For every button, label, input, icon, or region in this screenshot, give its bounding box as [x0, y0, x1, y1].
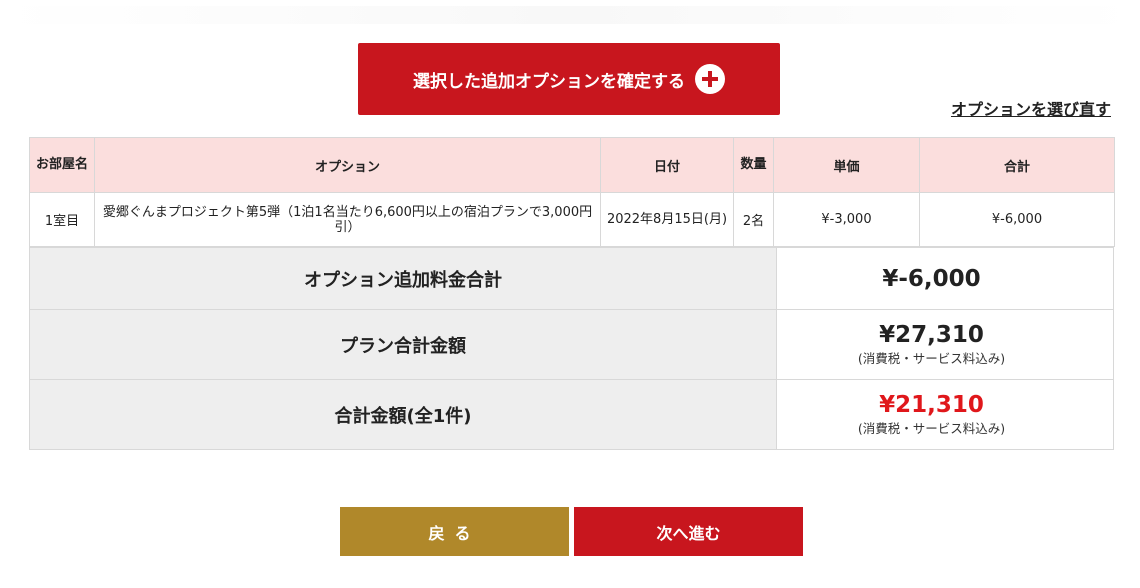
plan-total-value: ¥27,310 [879, 322, 984, 348]
cell-total: ¥-6,000 [919, 192, 1115, 247]
cell-option: 愛郷ぐんまプロジェクト第5弾（1泊1名当たり6,600円以上の宿泊プランで3,0… [94, 192, 601, 247]
cell-room: 1室目 [29, 192, 95, 247]
confirm-options-label: 選択した追加オプションを確定する [413, 71, 685, 92]
header-room: お部屋名 [29, 137, 95, 193]
plus-circle-icon [695, 64, 725, 94]
option-total-value: ¥-6,000 [882, 265, 981, 292]
faded-header-text [0, 6, 1140, 24]
header-total: 合計 [919, 137, 1115, 193]
confirm-options-button[interactable]: 選択した追加オプションを確定する [358, 43, 780, 115]
plan-total-note: (消費税・サービス料込み) [857, 351, 1006, 366]
table-header-row: お部屋名 オプション 日付 数量 単価 合計 [29, 137, 1115, 193]
cell-quantity: 2名 [733, 192, 774, 247]
cell-date: 2022年8月15日(月) [600, 192, 734, 247]
table-row: 1室目 愛郷ぐんまプロジェクト第5弾（1泊1名当たり6,600円以上の宿泊プラン… [29, 192, 1115, 247]
cell-unit-price: ¥-3,000 [773, 192, 920, 247]
header-quantity: 数量 [733, 137, 774, 193]
header-date: 日付 [600, 137, 734, 193]
summary-row-option-total: オプション追加料金合計 ¥-6,000 [29, 247, 1114, 310]
reselect-options-link[interactable]: オプションを選び直す [951, 96, 1111, 120]
summary-row-grand-total: 合計金額(全1件) ¥21,310 (消費税・サービス料込み) [29, 379, 1114, 450]
header-unit-price: 単価 [773, 137, 920, 193]
grand-total-label: 合計金額(全1件) [29, 379, 777, 450]
back-button[interactable]: 戻る [340, 507, 569, 556]
grand-total-value: ¥21,310 [879, 392, 984, 418]
option-total-label: オプション追加料金合計 [29, 247, 777, 310]
options-table: お部屋名 オプション 日付 数量 単価 合計 1室目 愛郷ぐんまプロジェクト第5… [29, 137, 1115, 247]
summary-row-plan-total: プラン合計金額 ¥27,310 (消費税・サービス料込み) [29, 309, 1114, 380]
grand-total-note: (消費税・サービス料込み) [857, 421, 1006, 436]
header-option: オプション [94, 137, 601, 193]
next-button[interactable]: 次へ進む [574, 507, 803, 556]
plan-total-label: プラン合計金額 [29, 309, 777, 380]
summary-table: オプション追加料金合計 ¥-6,000 プラン合計金額 ¥27,310 (消費税… [29, 247, 1114, 450]
